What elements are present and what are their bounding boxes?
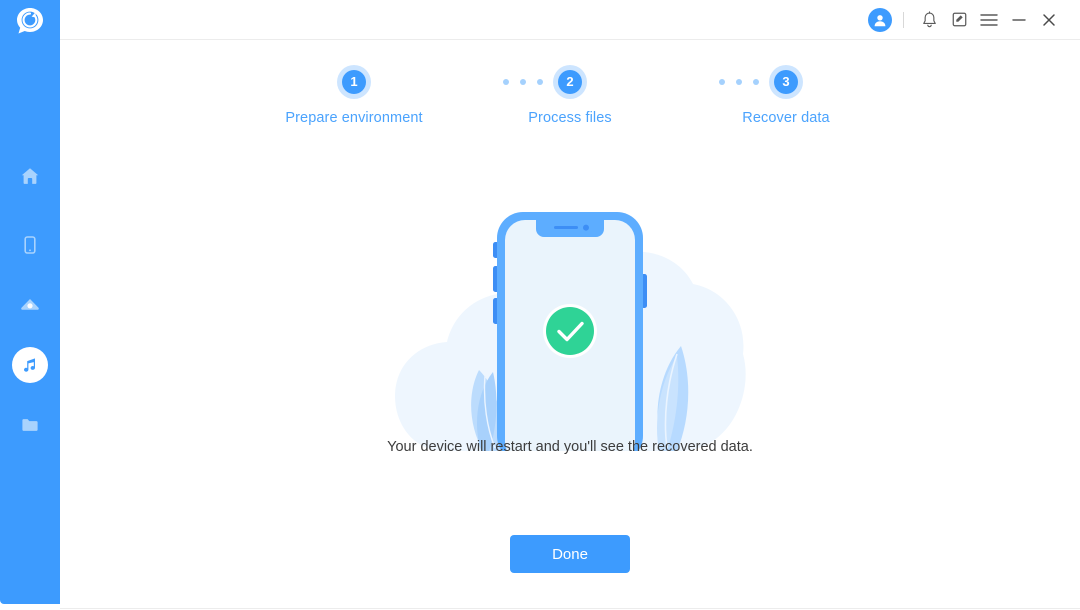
feedback-icon — [951, 11, 968, 28]
home-icon — [20, 166, 40, 186]
device-icon — [20, 235, 40, 255]
step-2: 2 Process files — [470, 70, 670, 126]
titlebar — [60, 0, 1080, 40]
step-3: 3 Recover data — [686, 70, 886, 126]
close-icon — [1041, 12, 1057, 28]
step-1-number: 1 — [342, 70, 366, 94]
minimize-icon — [1011, 13, 1027, 27]
sidebar-item-files[interactable] — [12, 407, 48, 443]
sidebar-item-music[interactable] — [12, 347, 48, 383]
step-1: 1 Prepare environment — [254, 70, 454, 126]
status-message: Your device will restart and you'll see … — [387, 439, 753, 455]
phone-success-illustration — [385, 196, 755, 451]
menu-button[interactable] — [974, 5, 1004, 35]
app-logo[interactable] — [14, 6, 46, 36]
account-avatar-icon — [868, 7, 892, 32]
step-3-number: 3 — [774, 70, 798, 94]
folder-icon — [20, 415, 40, 435]
notifications-button[interactable] — [914, 5, 944, 35]
music-icon — [20, 355, 40, 375]
step-2-number: 2 — [558, 70, 582, 94]
stepper: 1 Prepare environment 2 Process files 3 … — [60, 41, 1080, 151]
done-button[interactable]: Done — [510, 535, 630, 573]
feedback-button[interactable] — [944, 5, 974, 35]
sidebar — [0, 0, 60, 604]
menu-icon — [980, 13, 998, 27]
main-content: 1 Prepare environment 2 Process files 3 … — [60, 41, 1080, 609]
close-button[interactable] — [1034, 5, 1064, 35]
step-2-label: Process files — [528, 110, 612, 126]
bell-icon — [921, 10, 938, 29]
account-button[interactable] — [867, 5, 897, 35]
step-3-label: Recover data — [742, 110, 830, 126]
cloud-icon — [19, 295, 41, 315]
sidebar-item-device[interactable] — [12, 227, 48, 263]
sidebar-item-cloud[interactable] — [12, 287, 48, 323]
step-1-label: Prepare environment — [285, 110, 423, 126]
sidebar-item-home[interactable] — [12, 158, 48, 194]
app-window: 1 Prepare environment 2 Process files 3 … — [0, 0, 1080, 610]
minimize-button[interactable] — [1004, 5, 1034, 35]
titlebar-divider — [903, 11, 904, 28]
